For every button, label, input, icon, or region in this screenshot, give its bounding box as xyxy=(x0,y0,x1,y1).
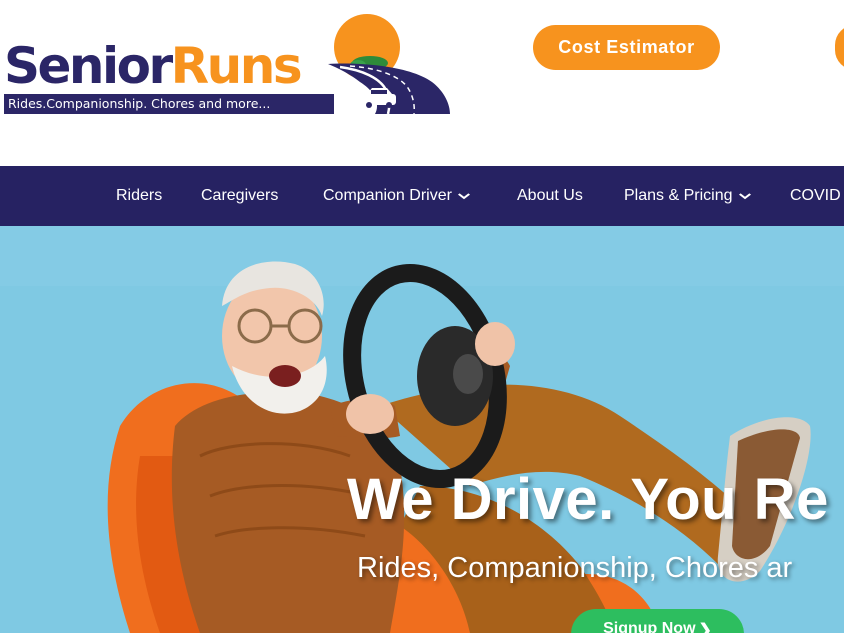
logo-tagline: Rides.Companionship. Chores and more... xyxy=(4,94,334,114)
nav-item-label: About Us xyxy=(517,187,583,204)
nav-item-label: COVID xyxy=(790,187,841,204)
logo-word-senior: Senior xyxy=(4,37,173,95)
chevron-down-icon xyxy=(738,193,751,200)
header-secondary-button[interactable] xyxy=(835,25,844,70)
hero-headline: We Drive. You Re xyxy=(347,467,829,532)
arrow-right-icon: ❯ xyxy=(698,622,712,633)
nav-item-companion-driver[interactable]: Companion Driver xyxy=(323,166,470,226)
nav-item-caregivers[interactable]: Caregivers xyxy=(201,166,278,226)
signup-button-label: Signup Now xyxy=(603,620,696,633)
nav-item-plans-pricing[interactable]: Plans & Pricing xyxy=(624,166,751,226)
cost-estimator-button[interactable]: Cost Estimator xyxy=(533,25,720,70)
nav-item-label: Companion Driver xyxy=(323,187,452,204)
nav-item-label: Caregivers xyxy=(201,187,279,204)
signup-now-button[interactable]: Signup Now ❯ xyxy=(571,609,744,633)
hero-subheadline: Rides, Companionship, Chores ar xyxy=(357,552,793,584)
nav-item-label: Plans & Pricing xyxy=(624,187,733,204)
nav-item-about-us[interactable]: About Us xyxy=(517,166,583,226)
nav-item-covid[interactable]: COVID xyxy=(790,166,841,226)
nav-item-riders[interactable]: Riders xyxy=(116,166,162,226)
chevron-down-icon xyxy=(457,193,470,200)
nav-item-label: Riders xyxy=(116,187,163,204)
main-navigation: Riders Caregivers Companion Driver About… xyxy=(0,166,844,226)
hero-banner: We Drive. You Re Rides, Companionship, C… xyxy=(0,226,844,633)
senior-runs-logo[interactable]: SeniorRuns Rides.Companionship. Chores a… xyxy=(0,10,452,122)
site-header: SeniorRuns Rides.Companionship. Chores a… xyxy=(0,0,844,166)
logo-word-runs: Runs xyxy=(170,37,303,95)
logo-wordmark: SeniorRuns xyxy=(4,36,303,96)
